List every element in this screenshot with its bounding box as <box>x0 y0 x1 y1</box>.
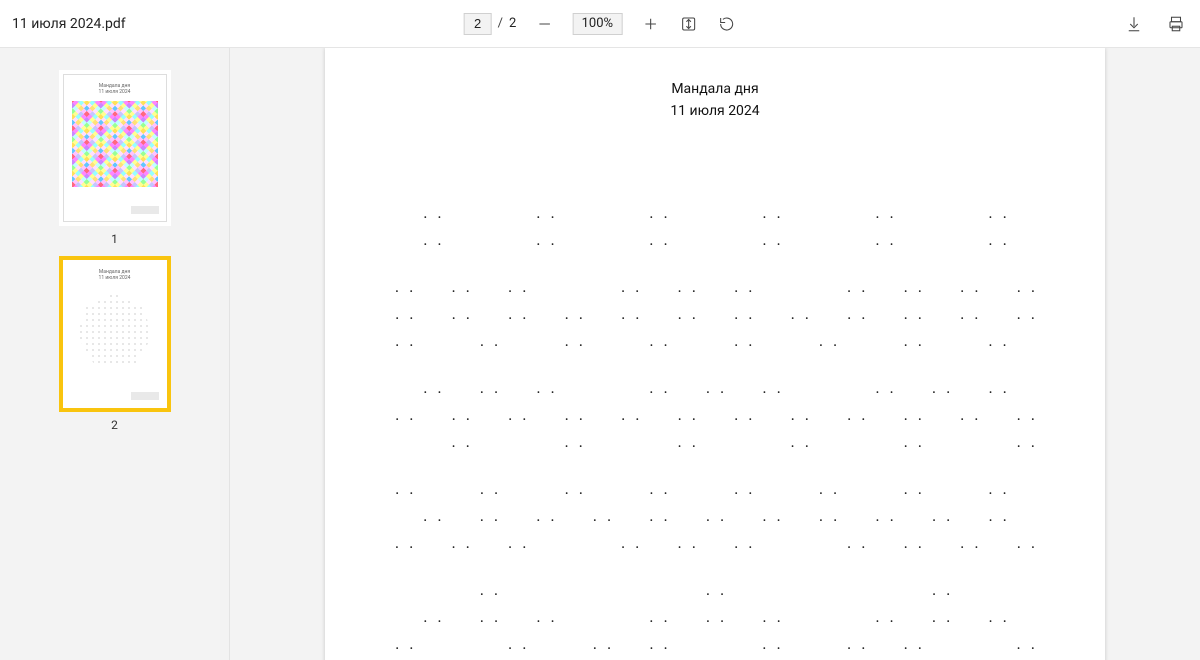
dots-icon <box>72 287 158 373</box>
thumbnail-2-wrap: Мандала дня11 июля 2024 2 <box>59 256 171 432</box>
thumbnail-2[interactable]: Мандала дня11 июля 2024 <box>59 256 171 412</box>
dot-row <box>395 590 1035 603</box>
dot-row <box>395 489 1035 502</box>
dot-row <box>395 341 1035 354</box>
thumbnail-sidebar: Мандала дня11 июля 2024 1 Мандала дня11 … <box>0 48 230 660</box>
rotate-button[interactable] <box>716 14 736 34</box>
dot-row <box>395 442 1035 455</box>
thumbnail-1-label: 1 <box>111 232 118 246</box>
dot-row <box>395 314 1035 327</box>
page-title: Мандала дня 11 июля 2024 <box>325 78 1105 123</box>
mandala-icon <box>72 101 158 187</box>
dot-row <box>395 469 1035 475</box>
page-total: 2 <box>509 16 516 31</box>
page-separator: / <box>498 16 503 31</box>
page-indicator: / 2 <box>464 13 517 35</box>
zoom-in-button[interactable] <box>640 14 660 34</box>
page-title-line1: Мандала дня <box>325 78 1105 100</box>
toolbar-center: / 2 100% <box>464 13 737 35</box>
thumbnail-2-footer <box>131 392 159 400</box>
thumbnail-1-footer <box>131 206 159 214</box>
dot-row <box>395 388 1035 401</box>
dots-pattern <box>395 213 1035 660</box>
dot-row <box>395 287 1035 300</box>
download-button[interactable] <box>1124 14 1144 34</box>
dot-row <box>395 543 1035 556</box>
dot-row <box>395 570 1035 576</box>
dot-row <box>395 213 1035 226</box>
document-filename: 11 июля 2024.pdf <box>12 16 126 32</box>
thumbnail-2-label: 2 <box>111 418 118 432</box>
print-button[interactable] <box>1166 14 1186 34</box>
page-2: Мандала дня 11 июля 2024 <box>325 48 1105 660</box>
thumbnail-1[interactable]: Мандала дня11 июля 2024 <box>59 70 171 226</box>
fit-page-button[interactable] <box>678 14 698 34</box>
dot-row <box>395 368 1035 374</box>
dot-row <box>395 644 1035 657</box>
zoom-level[interactable]: 100% <box>572 13 622 35</box>
toolbar-right <box>1124 14 1186 34</box>
thumbnail-2-title: Мандала дня11 июля 2024 <box>99 270 131 281</box>
toolbar: 11 июля 2024.pdf / 2 100% <box>0 0 1200 48</box>
dot-row <box>395 267 1035 273</box>
body: Мандала дня11 июля 2024 1 Мандала дня11 … <box>0 48 1200 660</box>
thumbnail-1-title: Мандала дня11 июля 2024 <box>99 84 131 95</box>
thumbnail-1-wrap: Мандала дня11 июля 2024 1 <box>59 70 171 246</box>
page-title-line2: 11 июля 2024 <box>325 100 1105 122</box>
zoom-out-button[interactable] <box>534 14 554 34</box>
dot-row <box>395 415 1035 428</box>
dot-row <box>395 240 1035 253</box>
dot-row <box>395 516 1035 529</box>
page-number-input[interactable] <box>464 13 492 35</box>
dot-row <box>395 617 1035 630</box>
page-viewer[interactable]: Мандала дня 11 июля 2024 <box>230 48 1200 660</box>
